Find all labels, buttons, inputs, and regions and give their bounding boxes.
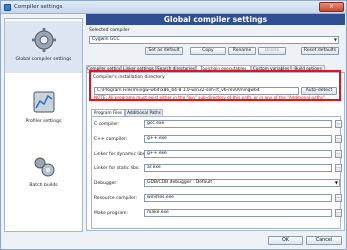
compiler-settings-window: Compiler settings x Global compiler sett…	[0, 0, 347, 250]
sidebar-item-batch-builds[interactable]: Batch builds	[5, 147, 82, 199]
dynamic-linker-input[interactable]: g++.exe	[144, 150, 332, 158]
c-compiler-browse-button[interactable]: ...	[335, 120, 342, 128]
static-linker-browse-button[interactable]: ...	[335, 164, 342, 172]
compiler-select[interactable]: Cygwin GCC ▼	[89, 36, 339, 44]
debugger-select[interactable]: GDB/CDB debugger : Default ▼	[144, 179, 340, 187]
set-as-default-button[interactable]: Set as default	[145, 47, 183, 55]
cpp-compiler-label: C++ compiler:	[94, 137, 128, 142]
reset-defaults-button[interactable]: Reset defaults	[301, 47, 339, 55]
profiler-icon	[33, 91, 54, 113]
dynamic-linker-browse-button[interactable]: ...	[335, 150, 342, 158]
c-compiler-input[interactable]: gcc.exe	[144, 120, 332, 128]
tab-program-files[interactable]: Program Files	[91, 109, 125, 116]
page-header: Global compiler settings	[86, 14, 345, 25]
resource-compiler-browse-button[interactable]: ...	[335, 194, 342, 202]
chevron-down-icon: ▼	[333, 37, 337, 42]
copy-button[interactable]: Copy	[190, 47, 226, 55]
sidebar-item-label: Global compiler settings	[15, 57, 72, 62]
rename-button[interactable]: Rename	[228, 47, 256, 55]
static-linker-label: Linker for static libs:	[94, 166, 140, 171]
tab-additional-paths[interactable]: Additional Paths	[125, 109, 163, 116]
sidebar-item-global-compiler-settings[interactable]: Global compiler settings	[5, 21, 82, 73]
cancel-button[interactable]: Cancel	[306, 236, 342, 245]
cpp-compiler-input[interactable]: g++.exe	[144, 135, 332, 143]
cpp-compiler-browse-button[interactable]: ...	[335, 135, 342, 143]
close-button[interactable]: x	[319, 2, 344, 12]
make-program-browse-button[interactable]: ...	[335, 209, 342, 217]
ok-button[interactable]: OK	[268, 236, 303, 245]
debugger-label: Debugger:	[94, 181, 118, 186]
selected-compiler-label: Selected compiler	[89, 28, 130, 33]
sidebar-item-label: Batch builds	[29, 183, 58, 188]
make-program-label: Make program:	[94, 211, 129, 216]
settings-sidebar: Global compiler settings Profiler settin…	[4, 18, 83, 232]
dynamic-linker-label: Linker for dynamic libs:	[94, 152, 147, 157]
gear-icon	[31, 28, 56, 52]
resource-compiler-input[interactable]: windres.exe	[144, 194, 332, 202]
app-icon	[4, 4, 11, 11]
sidebar-item-label: Profiler settings	[25, 119, 62, 124]
c-compiler-label: C compiler:	[94, 122, 120, 127]
delete-button[interactable]: Delete	[258, 47, 286, 55]
window-title: Compiler settings	[14, 4, 63, 10]
make-program-input[interactable]: make.exe	[144, 209, 332, 217]
resource-compiler-label: Resource compiler:	[94, 196, 138, 201]
debugger-select-value: GDB/CDB debugger : Default	[147, 180, 213, 185]
title-bar: Compiler settings x	[1, 1, 346, 14]
compiler-select-value: Cygwin GCC	[92, 37, 120, 42]
sidebar-item-profiler-settings[interactable]: Profiler settings	[5, 83, 82, 135]
batch-build-icon	[34, 157, 54, 177]
chevron-down-icon: ▼	[334, 180, 338, 185]
highlight-frame	[89, 70, 341, 101]
static-linker-input[interactable]: ar.exe	[144, 164, 332, 172]
